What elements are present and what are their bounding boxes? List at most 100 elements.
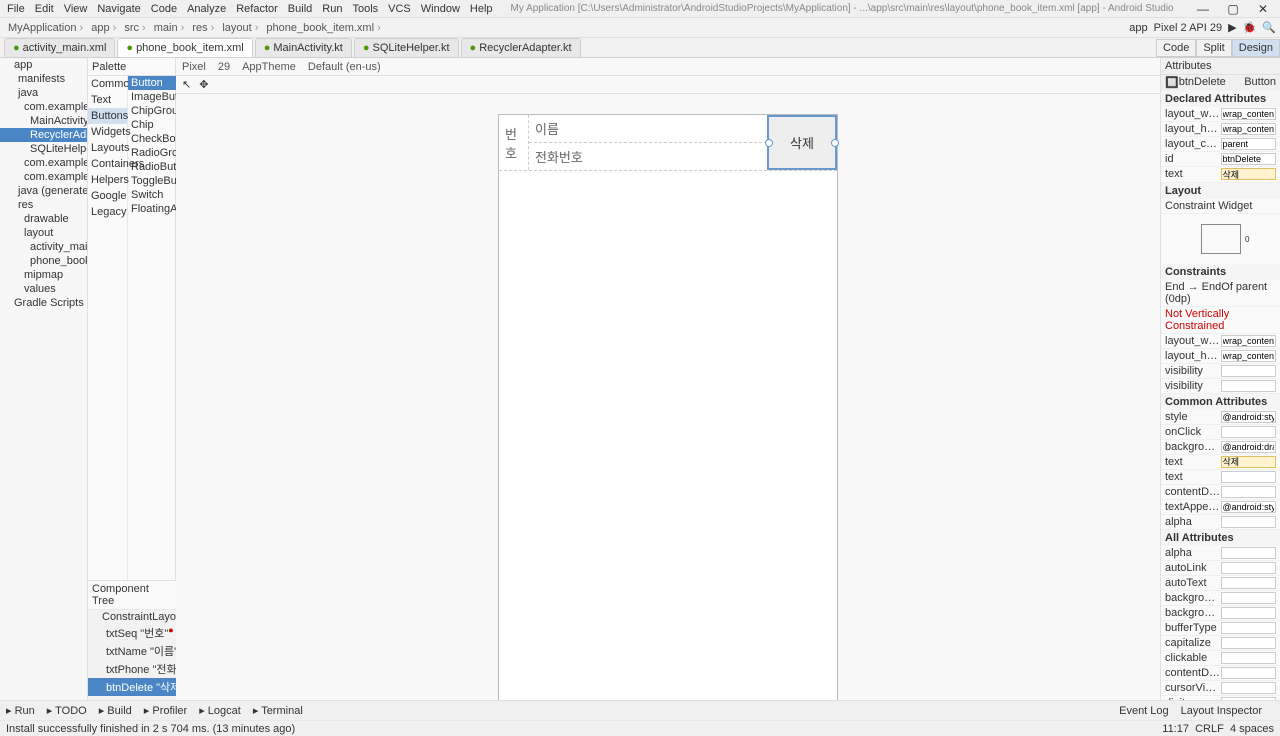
attr-value-input[interactable] <box>1221 697 1277 700</box>
palette-category[interactable]: Buttons <box>88 108 127 124</box>
select-tool-icon[interactable]: ↖ <box>182 78 191 91</box>
attr-value-input[interactable] <box>1221 516 1277 528</box>
component-tree-item[interactable]: txtSeq "번호"● <box>88 624 176 642</box>
project-tree-item[interactable]: com.example.myapplication <box>0 100 87 114</box>
project-tree-item[interactable]: MainActivity <box>0 114 87 128</box>
project-tree-item[interactable]: activity_main.xml <box>0 240 87 254</box>
menu-analyze[interactable]: Analyze <box>182 3 231 15</box>
button-delete[interactable]: 삭제 <box>767 115 837 170</box>
project-tree-item[interactable]: layout <box>0 226 87 240</box>
menu-code[interactable]: Code <box>146 3 182 15</box>
locale[interactable]: Default (en-us) <box>308 61 381 73</box>
project-tree-item[interactable]: phone_book_item.xml <box>0 254 87 268</box>
project-tree-item[interactable]: java (generated) <box>0 184 87 198</box>
attr-value-input[interactable] <box>1221 138 1277 150</box>
attr-value-input[interactable] <box>1221 380 1277 392</box>
project-tree-item[interactable]: SQLiteHelper.kt <box>0 142 87 156</box>
palette-category[interactable]: Google <box>88 188 127 204</box>
component-tree-item[interactable]: btnDelete "삭제"● <box>88 678 176 696</box>
palette-category[interactable]: Containers <box>88 156 127 172</box>
attr-value-input[interactable] <box>1221 577 1277 589</box>
attr-value-input[interactable] <box>1221 622 1277 634</box>
menu-build[interactable]: Build <box>283 3 317 15</box>
attr-value-input[interactable] <box>1221 108 1277 120</box>
attr-value-input[interactable] <box>1221 486 1277 498</box>
attr-value-input[interactable] <box>1221 682 1277 694</box>
project-tree-item[interactable]: manifests <box>0 72 87 86</box>
breadcrumb-item[interactable]: layout <box>218 22 262 34</box>
menu-help[interactable]: Help <box>465 3 498 15</box>
tool-window-btn[interactable]: ▸ Profiler <box>144 704 187 717</box>
maximize-button[interactable]: ▢ <box>1218 2 1248 16</box>
breadcrumb-item[interactable]: app <box>87 22 120 34</box>
editor-tab[interactable]: ●RecyclerAdapter.kt <box>461 38 581 57</box>
theme[interactable]: AppTheme <box>242 61 296 73</box>
attr-value-input[interactable] <box>1221 637 1277 649</box>
menu-tools[interactable]: Tools <box>347 3 383 15</box>
zoom[interactable]: 29 <box>218 61 230 73</box>
menu-edit[interactable]: Edit <box>30 3 59 15</box>
menu-navigate[interactable]: Navigate <box>92 3 145 15</box>
attr-value-input[interactable] <box>1221 607 1277 619</box>
sec-layout[interactable]: Layout <box>1161 183 1280 199</box>
sec-common[interactable]: Common Attributes <box>1161 394 1280 410</box>
attr-value-input[interactable] <box>1221 562 1277 574</box>
sec-all[interactable]: All Attributes <box>1161 530 1280 546</box>
attr-value-input[interactable] <box>1221 365 1277 377</box>
breadcrumb-item[interactable]: main <box>150 22 189 34</box>
minimize-button[interactable]: — <box>1188 2 1218 16</box>
palette-category[interactable]: Widgets <box>88 124 127 140</box>
attr-value-input[interactable] <box>1221 335 1277 347</box>
menu-window[interactable]: Window <box>416 3 465 15</box>
attr-value-input[interactable] <box>1221 652 1277 664</box>
menu-view[interactable]: View <box>59 3 93 15</box>
pan-tool-icon[interactable]: ✥ <box>199 78 208 91</box>
sec-declared[interactable]: Declared Attributes <box>1161 91 1280 107</box>
tool-window-btn[interactable]: ▸ Build <box>99 704 132 717</box>
menu-run[interactable]: Run <box>317 3 347 15</box>
sec-constraints[interactable]: Constraints <box>1161 264 1280 280</box>
textview-seq[interactable]: 번호 <box>499 115 529 170</box>
project-tree-item[interactable]: RecyclerAdapter.kt <box>0 128 87 142</box>
component-tree-item[interactable]: txtName "이름"⚠ <box>88 642 176 660</box>
project-tree-item[interactable]: app <box>0 58 87 72</box>
editor-tab[interactable]: ●SQLiteHelper.kt <box>354 38 459 57</box>
project-tree-item[interactable]: values <box>0 282 87 296</box>
attr-value-input[interactable] <box>1221 592 1277 604</box>
project-tree-item[interactable]: res <box>0 198 87 212</box>
tool-window-btn[interactable]: ▸ Logcat <box>199 704 241 717</box>
palette-category[interactable]: Text <box>88 92 127 108</box>
constraint-widget[interactable]: 0 <box>1161 214 1280 264</box>
attr-value-input[interactable] <box>1221 123 1277 135</box>
mode-code[interactable]: Code <box>1156 39 1196 57</box>
editor-tab[interactable]: ●phone_book_item.xml <box>117 38 252 57</box>
project-tree-item[interactable]: com.example.myapplication <box>0 156 87 170</box>
component-tree-item[interactable]: txtPhone "전화번호"⚠ <box>88 660 176 678</box>
project-tree-item[interactable]: Gradle Scripts <box>0 296 87 310</box>
search-icon[interactable]: 🔍 <box>1262 21 1276 34</box>
tool-window-btn[interactable]: ▸ Terminal <box>253 704 303 717</box>
menu-refactor[interactable]: Refactor <box>231 3 283 15</box>
tool-window-btn[interactable]: ▸ Run <box>6 704 35 717</box>
palette-category[interactable]: Helpers <box>88 172 127 188</box>
attr-value-input[interactable] <box>1221 547 1277 559</box>
menu-vcs[interactable]: VCS <box>383 3 416 15</box>
editor-tab[interactable]: ●MainActivity.kt <box>255 38 352 57</box>
attr-value-input[interactable] <box>1221 350 1277 362</box>
mode-split[interactable]: Split <box>1196 39 1231 57</box>
attr-value-input[interactable] <box>1221 168 1277 180</box>
attr-value-input[interactable] <box>1221 667 1277 679</box>
device-selector[interactable]: Pixel 2 API 29 <box>1154 22 1223 34</box>
attr-value-input[interactable] <box>1221 441 1277 453</box>
palette-category[interactable]: Common <box>88 76 127 92</box>
attr-value-input[interactable] <box>1221 471 1277 483</box>
component-tree-item[interactable]: ConstraintLayout <box>88 610 176 624</box>
attr-value-input[interactable] <box>1221 501 1277 513</box>
editor-tab[interactable]: ●activity_main.xml <box>4 38 115 57</box>
project-tree-item[interactable]: drawable <box>0 212 87 226</box>
project-tree-item[interactable]: com.example.myapplication <box>0 170 87 184</box>
tool-window-btn[interactable]: ▸ TODO <box>47 704 87 717</box>
debug-icon[interactable]: 🐞 <box>1243 21 1257 34</box>
device-mode[interactable]: Pixel <box>182 61 206 73</box>
palette-category[interactable]: Legacy <box>88 204 127 220</box>
